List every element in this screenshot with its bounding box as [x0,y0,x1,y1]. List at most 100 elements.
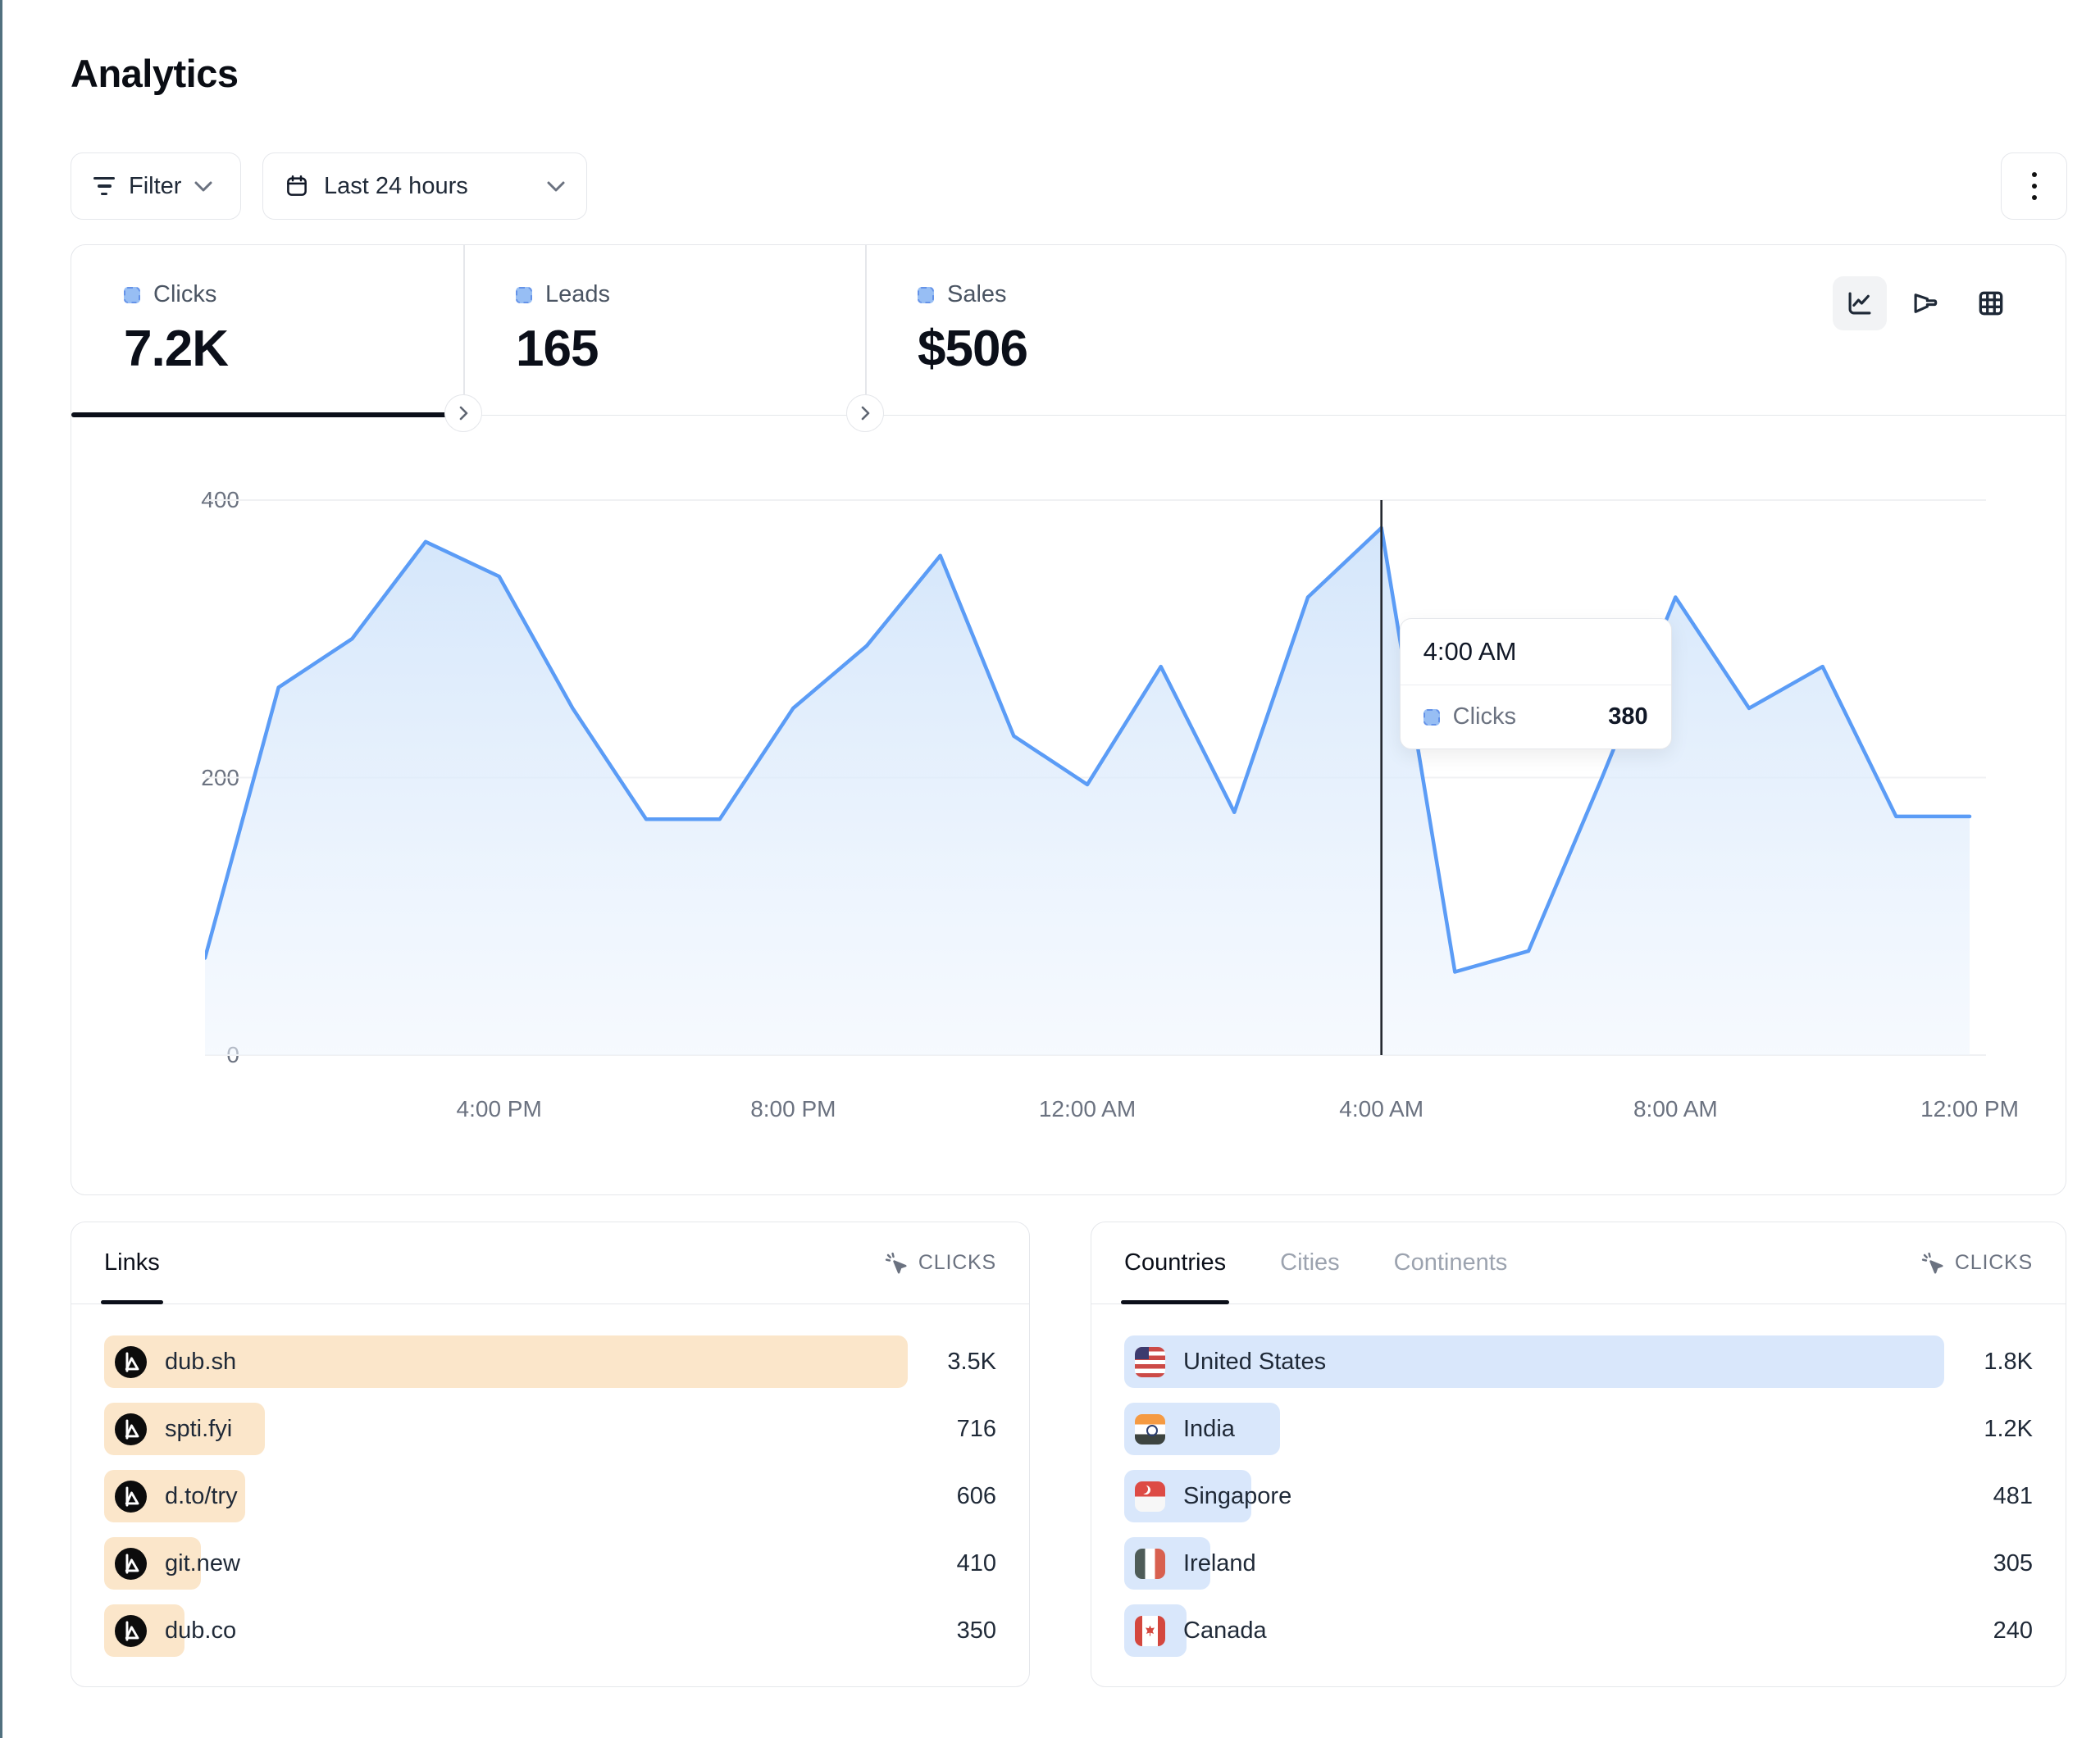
link-label: git.new [165,1550,240,1577]
cursor-click-icon [1920,1251,1945,1276]
country-clicks-value: 305 [1993,1537,2033,1590]
link-clicks-value: 606 [957,1470,996,1522]
country-label: Singapore [1183,1483,1291,1510]
country-label: Canada [1183,1617,1267,1645]
x-axis-tick: 4:00 AM [1339,1096,1424,1122]
links-panel: Links CLICKS dub.sh 3.5K spti.fyi 716 [71,1222,1030,1687]
chevron-right-icon [458,405,469,421]
stat-value: 7.2K [124,320,463,378]
countries-metric-header[interactable]: CLICKS [1920,1251,2033,1276]
chevron-right-icon [860,405,871,421]
link-row-dub-sh[interactable]: dub.sh 3.5K [104,1335,996,1388]
tab-cities[interactable]: Cities [1280,1222,1340,1304]
stat-value: 165 [516,320,865,378]
country-label: India [1183,1416,1235,1443]
link-row-git-new[interactable]: git.new 410 [104,1537,996,1590]
chevron-down-icon [194,181,212,192]
x-axis-tick: 12:00 PM [1920,1096,2019,1122]
tooltip-series-name: Clicks [1453,703,1516,730]
countries-panel: Countries Cities Continents CLICKS Unite… [1091,1222,2066,1687]
window-edge [0,0,2,1738]
line-chart-icon [1844,288,1875,319]
tab-leads[interactable]: Leads 165 [463,245,865,415]
filter-button-label: Filter [129,173,181,200]
country-row-singapore[interactable]: Singapore 481 [1124,1470,2033,1522]
tooltip-series-legend-icon [1424,709,1440,726]
kebab-menu-icon [2032,172,2037,200]
sales-legend-icon [918,287,934,303]
cursor-click-icon [884,1251,909,1276]
date-range-label: Last 24 hours [324,173,468,200]
table-view-button[interactable] [1964,276,2018,330]
funnel-chart-view-button[interactable] [1898,276,1952,330]
tooltip-series-value: 380 [1608,703,1647,730]
chevron-down-icon [547,181,565,192]
area-chart-plot [205,494,1986,1067]
stat-label: Sales [947,281,1007,308]
tab-countries[interactable]: Countries [1124,1222,1226,1304]
x-axis-tick: 8:00 PM [750,1096,836,1122]
link-clicks-value: 350 [957,1604,996,1657]
tab-sales[interactable]: Sales $506 [865,245,1291,415]
stat-label: Clicks [153,281,216,308]
stats-row: Clicks 7.2K Leads 165 Sales $506 [71,245,2066,416]
tab-clicks[interactable]: Clicks 7.2K [71,245,463,415]
more-options-button[interactable] [2001,152,2067,220]
table-grid-icon [1975,288,2007,319]
country-clicks-value: 481 [1993,1470,2033,1522]
calendar-icon [285,174,309,198]
india-flag-icon [1135,1414,1165,1445]
dub-logo-icon [115,1346,147,1378]
country-row-india[interactable]: India 1.2K [1124,1403,2033,1455]
chart-view-switcher [1833,276,2018,330]
stat-value: $506 [918,320,1291,378]
link-row-d-to-try[interactable]: d.to/try 606 [104,1470,996,1522]
clicks-legend-icon [124,287,140,303]
link-row-spti-fyi[interactable]: spti.fyi 716 [104,1403,996,1455]
link-label: spti.fyi [165,1416,232,1443]
link-clicks-value: 716 [957,1403,996,1455]
links-metric-header[interactable]: CLICKS [884,1251,996,1276]
x-axis-tick: 8:00 AM [1633,1096,1718,1122]
country-row-canada[interactable]: Canada 240 [1124,1604,2033,1657]
filter-button[interactable]: Filter [71,152,241,220]
country-clicks-value: 1.2K [1984,1403,2033,1455]
country-clicks-value: 240 [1993,1604,2033,1657]
dub-logo-icon [115,1481,147,1513]
chart-tooltip: 4:00 AM Clicks 380 [1400,618,1672,749]
link-row-dub-co[interactable]: dub.co 350 [104,1604,996,1657]
x-axis-tick: 12:00 AM [1039,1096,1136,1122]
link-label: dub.co [165,1617,236,1645]
singapore-flag-icon [1135,1481,1165,1512]
dub-logo-icon [115,1548,147,1580]
dub-logo-icon [115,1413,147,1445]
country-clicks-value: 1.8K [1984,1335,2033,1388]
canada-flag-icon [1135,1616,1165,1646]
link-label: dub.sh [165,1349,236,1376]
x-axis-tick: 4:00 PM [457,1096,542,1122]
expand-clicks-chevron-button[interactable] [444,394,482,432]
leads-legend-icon [516,287,532,303]
link-clicks-value: 410 [957,1537,996,1590]
tab-links[interactable]: Links [104,1222,160,1304]
ireland-flag-icon [1135,1549,1165,1579]
page-title: Analytics [71,51,238,96]
line-chart-view-button[interactable] [1833,276,1887,330]
analytics-card: Clicks 7.2K Leads 165 Sales $506 [71,244,2066,1195]
dub-logo-icon [115,1615,147,1647]
filter-icon [93,177,116,196]
link-clicks-value: 3.5K [947,1335,996,1388]
stat-label: Leads [545,281,610,308]
expand-leads-chevron-button[interactable] [846,394,884,432]
us-flag-icon [1135,1347,1165,1377]
clicks-chart[interactable]: 0200400 4:00 PM8:00 PM12:00 AM4:00 AM8:0… [71,416,2066,1194]
tooltip-time: 4:00 AM [1401,619,1671,685]
country-label: United States [1183,1349,1326,1376]
country-label: Ireland [1183,1550,1256,1577]
country-row-ireland[interactable]: Ireland 305 [1124,1537,2033,1590]
funnel-chart-icon [1910,288,1941,319]
link-label: d.to/try [165,1483,238,1510]
country-row-united-states[interactable]: United States 1.8K [1124,1335,2033,1388]
date-range-button[interactable]: Last 24 hours [262,152,587,220]
tab-continents[interactable]: Continents [1394,1222,1508,1304]
